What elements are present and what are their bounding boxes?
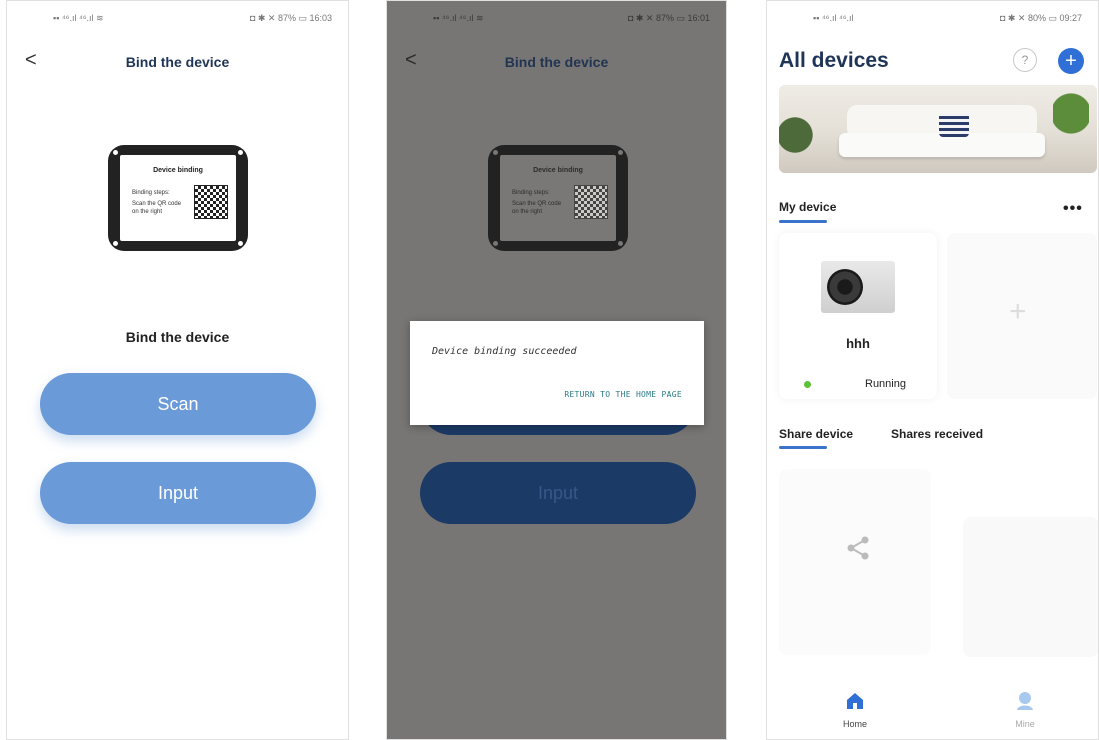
bind-device-label: Bind the device: [125, 329, 230, 345]
scan-button[interactable]: Scan: [40, 373, 316, 435]
device-name: hhh: [846, 336, 870, 351]
frame-screw: [618, 150, 623, 155]
device-screen: Device binding Binding steps: Scan the Q…: [120, 155, 236, 241]
qr-code-icon: [574, 185, 608, 219]
device-binding-title: Device binding: [533, 167, 583, 174]
device-binding-title: Device binding: [153, 167, 203, 174]
device-card[interactable]: hhh Running: [779, 233, 937, 399]
return-home-button[interactable]: RETURN TO THE HOME PAGE: [564, 390, 682, 399]
heat-pump-icon: [821, 261, 895, 313]
status-dot-icon: [804, 381, 811, 388]
frame-screw: [113, 241, 118, 246]
home-icon: [847, 693, 863, 709]
tab-shares-received[interactable]: Shares received: [891, 427, 983, 441]
tab-mine-label: Mine: [1015, 719, 1035, 729]
banner-image: [779, 85, 1097, 173]
input-button: Input: [420, 462, 696, 524]
device-illustration: Device binding Binding steps: Scan the Q…: [488, 145, 628, 251]
binding-steps-label: Binding steps:: [512, 190, 550, 196]
device-status: Running: [865, 378, 906, 390]
status-signal: ▪▪ ⁴⁶.ıl ⁴⁶.ıl ≋: [433, 13, 484, 23]
dialog-message: Device binding succeeded: [432, 346, 577, 357]
status-system: ◘ ✱ ✕ 80% ▭ 09:27: [999, 13, 1082, 23]
status-signal: ▪▪ ⁴⁶.ıl ⁴⁶.ıl: [813, 13, 854, 23]
share-card-placeholder: [963, 517, 1098, 657]
binding-instruction: Scan the QR code on the right: [132, 201, 182, 215]
bottom-tab-bar: Home Mine: [767, 677, 1098, 739]
plus-icon: +: [1009, 295, 1027, 328]
frame-screw: [238, 150, 243, 155]
frame-screw: [493, 241, 498, 246]
add-device-card[interactable]: +: [947, 233, 1097, 399]
fan-icon: [827, 269, 863, 305]
device-screen: Device binding Binding steps: Scan the Q…: [500, 155, 616, 241]
frame-screw: [493, 150, 498, 155]
all-devices-screen: ▪▪ ⁴⁶.ıl ⁴⁶.ıl ◘ ✱ ✕ 80% ▭ 09:27 All dev…: [766, 0, 1099, 740]
status-bar: ▪▪ ⁴⁶.ıl ⁴⁶.ıl ≋ ◘ ✱ ✕ 87% ▭ 16:03: [7, 9, 348, 27]
tab-home[interactable]: Home: [825, 691, 885, 729]
frame-screw: [618, 241, 623, 246]
frame-screw: [113, 150, 118, 155]
pillow-graphic: [939, 113, 969, 137]
person-icon: [1017, 692, 1033, 710]
add-device-icon[interactable]: +: [1058, 48, 1084, 74]
input-button[interactable]: Input: [40, 462, 316, 524]
status-signal: ▪▪ ⁴⁶.ıl ⁴⁶.ıl ≋: [53, 13, 104, 23]
binding-steps-text: Binding steps: Scan the QR code on the r…: [132, 189, 182, 216]
tab-share-device[interactable]: Share device: [779, 427, 853, 441]
share-card: [779, 469, 931, 655]
tab-underline: [779, 446, 827, 449]
status-system: ◘ ✱ ✕ 87% ▭ 16:01: [627, 13, 710, 23]
tab-mine[interactable]: Mine: [995, 691, 1055, 729]
status-bar: ▪▪ ⁴⁶.ıl ⁴⁶.ıl ≋ ◘ ✱ ✕ 87% ▭ 16:01: [387, 9, 726, 27]
page-title: Bind the device: [504, 54, 609, 70]
tab-underline: [779, 220, 827, 223]
device-illustration: Device binding Binding steps: Scan the Q…: [108, 145, 248, 251]
more-icon[interactable]: •••: [1063, 200, 1083, 218]
page-title: Bind the device: [125, 54, 230, 70]
success-dialog: Device binding succeeded RETURN TO THE H…: [410, 321, 704, 425]
bind-success-screen: ▪▪ ⁴⁶.ıl ⁴⁶.ıl ≋ ◘ ✱ ✕ 87% ▭ 16:01 < Bin…: [386, 0, 727, 740]
tab-my-device[interactable]: My device: [779, 200, 836, 214]
page-title: All devices: [779, 49, 889, 72]
bind-device-screen: ▪▪ ⁴⁶.ıl ⁴⁶.ıl ≋ ◘ ✱ ✕ 87% ▭ 16:03 < Bin…: [6, 0, 349, 740]
tab-home-label: Home: [842, 719, 867, 729]
frame-screw: [238, 241, 243, 246]
qr-code-icon: [194, 185, 228, 219]
status-bar: ▪▪ ⁴⁶.ıl ⁴⁶.ıl ◘ ✱ ✕ 80% ▭ 09:27: [767, 9, 1098, 27]
plant-graphic: [1053, 89, 1089, 159]
share-icon: [847, 536, 869, 560]
binding-steps-text: Binding steps: Scan the QR code on the r…: [512, 189, 562, 216]
binding-steps-label: Binding steps:: [132, 190, 170, 196]
plant-graphic: [779, 105, 819, 165]
binding-instruction: Scan the QR code on the right: [512, 201, 562, 215]
help-icon[interactable]: ?: [1013, 48, 1037, 72]
status-system: ◘ ✱ ✕ 87% ▭ 16:03: [249, 13, 332, 23]
